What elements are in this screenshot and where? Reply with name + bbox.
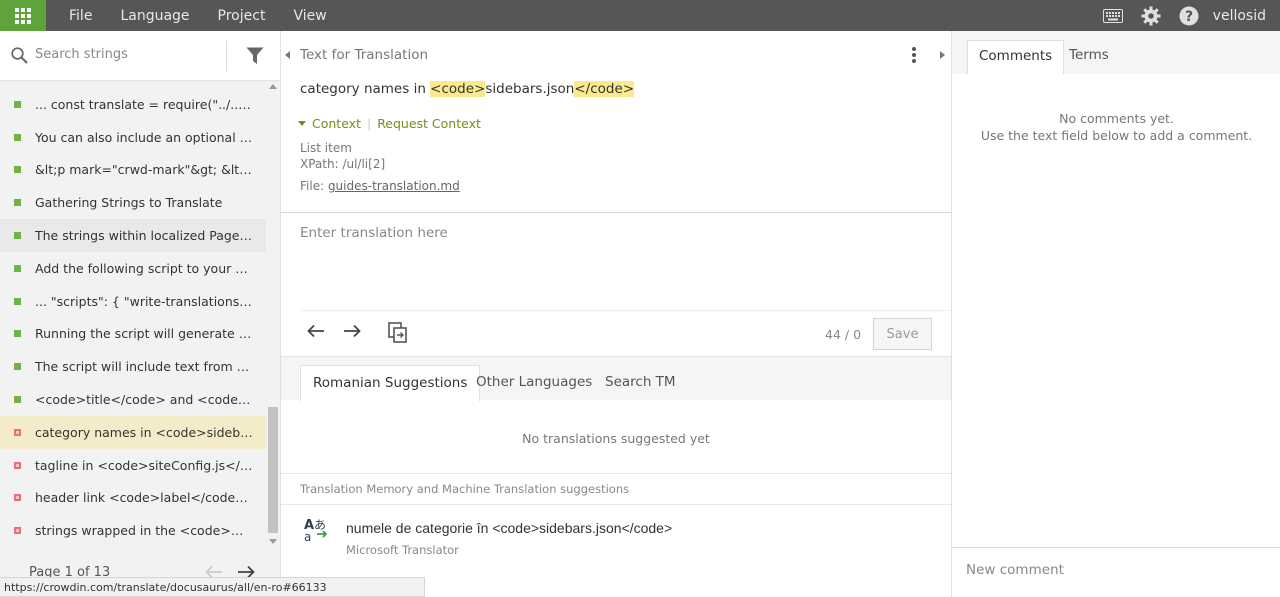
context-separator: |: [366, 116, 372, 131]
machine-translation-icon: Aあa: [304, 517, 328, 547]
more-options-icon[interactable]: [912, 47, 916, 65]
gear-icon[interactable]: [1141, 6, 1161, 26]
context-info: List item XPath: /ul/li[2]: [300, 140, 385, 172]
help-icon[interactable]: ?: [1179, 6, 1199, 26]
status-translated-icon: [14, 232, 21, 240]
string-item[interactable]: <code>title</code> and <code>side...: [0, 383, 266, 416]
tab-terms[interactable]: Terms: [1058, 40, 1120, 74]
status-translated-icon: [14, 330, 21, 338]
string-item[interactable]: ... const translate = require("../../ser…: [0, 88, 266, 121]
top-right-tools: ? vellosid: [1085, 6, 1280, 26]
string-item[interactable]: ... "scripts": { "write-translations": "…: [0, 285, 266, 318]
tab-search-tm[interactable]: Search TM: [593, 365, 688, 401]
menu-project[interactable]: Project: [218, 8, 266, 24]
string-item[interactable]: Add the following script to your pack...: [0, 252, 266, 285]
context-xpath: XPath: /ul/li[2]: [300, 157, 386, 171]
filter-divider: [226, 41, 227, 71]
code-tag-close: </code>: [574, 81, 635, 97]
svg-text:a: a: [304, 530, 311, 543]
source-header: Text for Translation: [300, 47, 429, 63]
code-tag-open: <code>: [430, 81, 486, 97]
status-untranslated-icon: [14, 428, 21, 436]
string-list: ... const translate = require("../../ser…: [0, 88, 266, 547]
divider: [281, 504, 951, 505]
save-button[interactable]: Save: [873, 318, 932, 350]
string-item[interactable]: &lt;p mark="crwd-mark"&gt; &lt;tran...: [0, 154, 266, 187]
scroll-up-icon[interactable]: [269, 84, 277, 89]
menu-file[interactable]: File: [69, 8, 92, 24]
status-translated-icon: [14, 396, 21, 404]
next-string-icon[interactable]: [343, 324, 361, 342]
collapse-right-icon[interactable]: [940, 51, 945, 59]
tab-other-languages[interactable]: Other Languages: [464, 365, 604, 401]
string-item[interactable]: You can also include an optional des...: [0, 121, 266, 154]
main-menu: File Language Project View: [69, 8, 355, 24]
collapse-left-icon[interactable]: [285, 51, 290, 59]
request-context-link[interactable]: Request Context: [377, 116, 481, 131]
string-item[interactable]: Running the script will generate a <c...: [0, 318, 266, 351]
new-comment-input[interactable]: [966, 562, 1266, 578]
status-translated-icon: [14, 264, 21, 272]
divider: [281, 212, 951, 213]
divider: [952, 547, 1280, 548]
string-item[interactable]: header link <code>label</code> stri...: [0, 482, 266, 515]
status-untranslated-icon: [14, 461, 21, 469]
status-translated-icon: [14, 297, 21, 305]
copy-source-icon[interactable]: [388, 322, 408, 348]
search-icon: [11, 47, 28, 68]
string-item[interactable]: strings wrapped in the <code>&lt;tra...: [0, 514, 266, 547]
strings-panel: ... const translate = require("../../ser…: [0, 31, 281, 597]
apps-grid-icon[interactable]: [0, 0, 46, 31]
menu-view[interactable]: View: [293, 8, 326, 24]
scroll-down-icon[interactable]: [269, 539, 277, 544]
string-item[interactable]: The strings within localized Pages m...: [0, 219, 266, 252]
filter-icon[interactable]: [246, 47, 264, 69]
string-item-selected[interactable]: category names in <code>sidebars.j...: [0, 415, 266, 449]
status-translated-icon: [14, 363, 21, 371]
menu-language[interactable]: Language: [120, 8, 189, 24]
context-row: Context | Request Context: [298, 116, 481, 131]
keyboard-icon[interactable]: [1102, 8, 1123, 23]
search-bar: [0, 31, 280, 81]
prev-string-icon[interactable]: [307, 324, 325, 342]
tab-romanian-suggestions[interactable]: Romanian Suggestions: [300, 365, 481, 401]
source-text: category names in <code>sidebars.json</c…: [300, 81, 635, 97]
comments-panel: Comments Terms No comments yet. Use the …: [951, 31, 1280, 597]
context-file: File: guides-translation.md: [300, 179, 460, 193]
svg-text:?: ?: [1185, 9, 1193, 25]
status-untranslated-icon: [14, 494, 21, 502]
string-item[interactable]: The script will include text from the f.…: [0, 350, 266, 383]
browser-status-url: https://crowdin.com/translate/docusaurus…: [0, 577, 425, 597]
status-translated-icon: [14, 133, 21, 141]
scroll-thumb[interactable]: [268, 407, 278, 533]
status-translated-icon: [14, 100, 21, 108]
translation-input[interactable]: [300, 225, 930, 305]
status-untranslated-icon: [14, 527, 21, 535]
comments-tabs: Comments Terms: [952, 31, 1280, 74]
svg-text:あ: あ: [314, 518, 326, 532]
search-input[interactable]: [35, 47, 220, 62]
divider: [300, 310, 951, 311]
string-item[interactable]: tagline in <code>siteConfig.js</code>: [0, 449, 266, 482]
top-bar: File Language Project View ? vellosid: [0, 0, 1280, 31]
mt-source: Microsoft Translator: [346, 543, 459, 557]
username[interactable]: vellosid: [1213, 8, 1266, 24]
mt-suggestion-text[interactable]: numele de categorie în <code>sidebars.js…: [346, 520, 672, 536]
context-type: List item: [300, 141, 352, 155]
editor-panel: Text for Translation category names in <…: [281, 31, 951, 597]
tab-comments[interactable]: Comments: [967, 40, 1065, 74]
char-counter: 44 / 0: [825, 327, 862, 342]
no-comments-message: No comments yet. Use the text field belo…: [980, 111, 1253, 143]
string-item[interactable]: Gathering Strings to Translate: [0, 186, 266, 219]
tm-mt-label: Translation Memory and Machine Translati…: [300, 482, 630, 496]
context-toggle[interactable]: Context: [312, 116, 361, 131]
file-link[interactable]: guides-translation.md: [328, 179, 460, 193]
no-suggestions-message: No translations suggested yet: [522, 431, 710, 446]
divider: [281, 473, 951, 474]
caret-down-icon[interactable]: [298, 121, 306, 126]
status-translated-icon: [14, 199, 21, 207]
suggestion-tabs: Romanian Suggestions Other Languages Sea…: [281, 356, 951, 401]
status-translated-icon: [14, 166, 21, 174]
string-list-scrollbar[interactable]: [266, 82, 280, 546]
